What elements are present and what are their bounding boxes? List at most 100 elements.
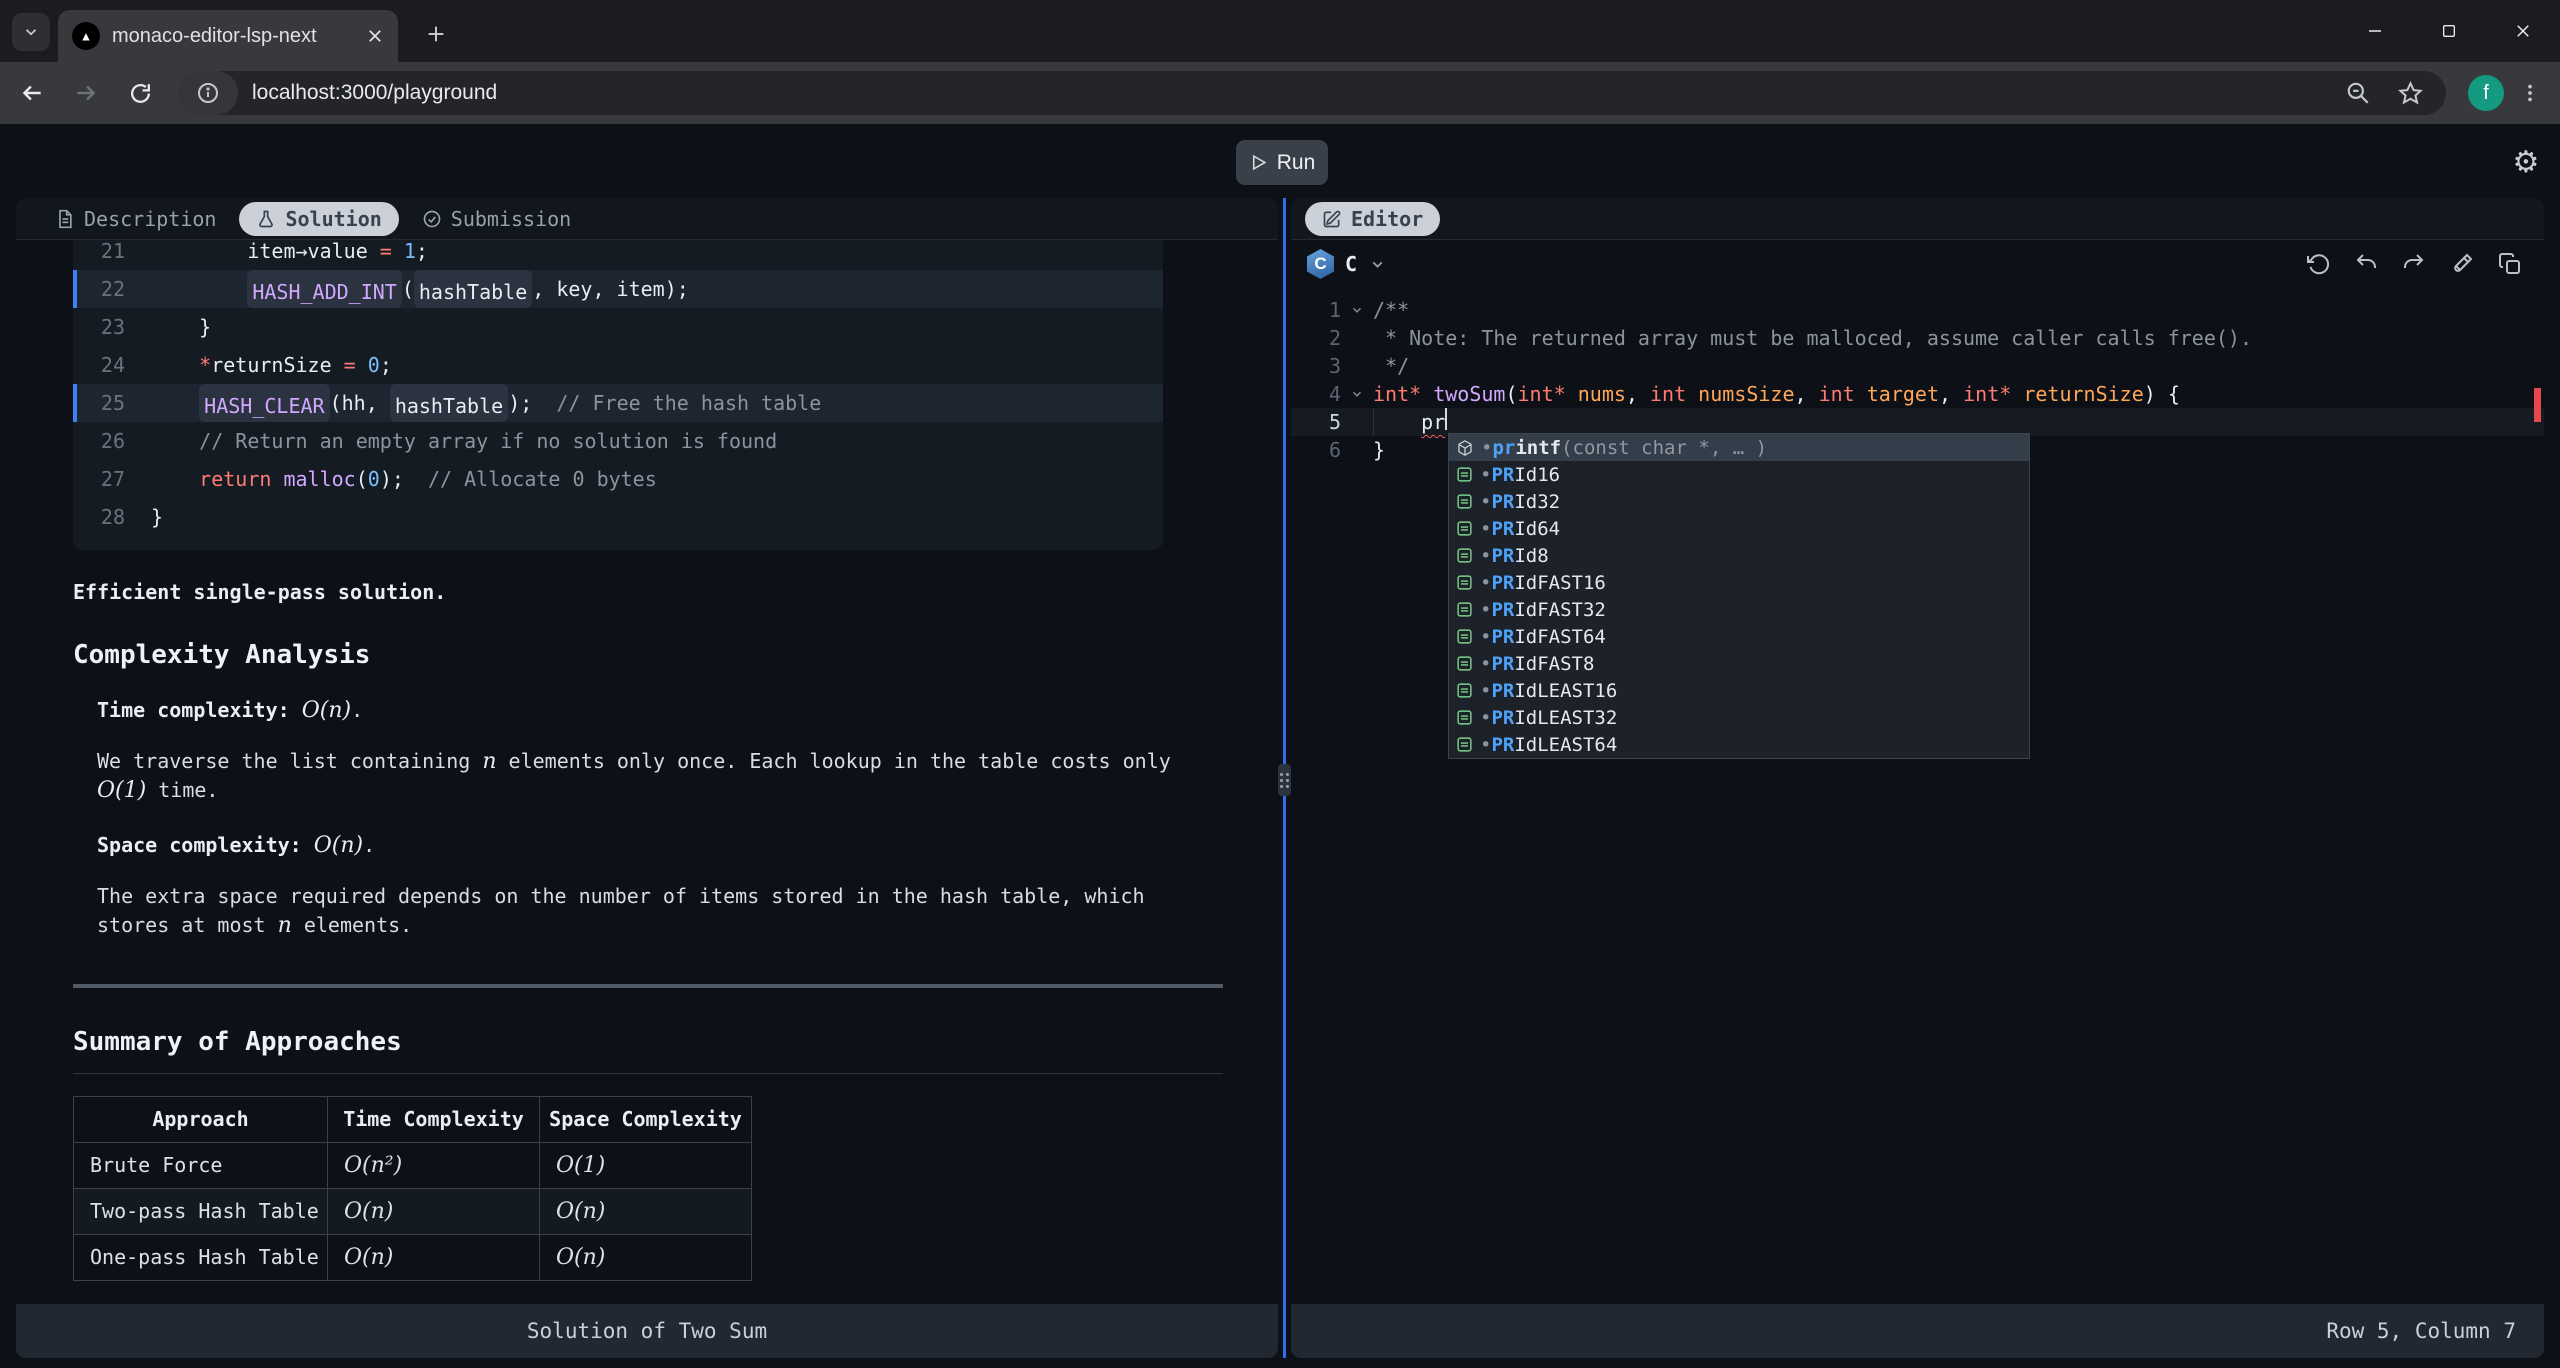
settings-button[interactable]: ⚙	[2504, 140, 2548, 184]
close-button[interactable]	[2486, 0, 2560, 62]
browser-menu-button[interactable]	[2512, 75, 2548, 111]
chevron-down-icon	[1369, 256, 1386, 273]
back-arrow-icon	[19, 80, 45, 106]
code-line-28: 28}	[73, 498, 1163, 536]
tab-editor[interactable]: Editor	[1305, 202, 1440, 236]
suggestion-pridleast64[interactable]: •PRIdLEAST64	[1449, 731, 2029, 758]
document-icon	[55, 209, 75, 229]
editor-tabbar: Editor	[1291, 198, 2544, 240]
fold-chevron-icon[interactable]	[1341, 380, 1373, 408]
code-line-27: 27 return malloc(0); // Allocate 0 bytes	[73, 460, 1163, 498]
editor-line-5-current[interactable]: 5 pr	[1291, 408, 2544, 436]
undo-icon	[2354, 252, 2378, 276]
minimize-icon	[2366, 22, 2384, 40]
fold-chevron-icon[interactable]	[1341, 296, 1373, 324]
redo-button[interactable]	[2398, 248, 2430, 280]
check-circle-icon	[422, 209, 442, 229]
suggestion-pridleast32[interactable]: •PRIdLEAST32	[1449, 704, 2029, 731]
paintbrush-icon	[2450, 252, 2474, 276]
rotate-ccw-icon	[2306, 252, 2330, 276]
problem-tabbar: Description Solution Submission	[16, 198, 1278, 240]
editor-line-4[interactable]: 4int* twoSum(int* nums, int numsSize, in…	[1291, 380, 2544, 408]
suggestion-pridfast16[interactable]: •PRIdFAST16	[1449, 569, 2029, 596]
code-line-26: 26 // Return an empty array if no soluti…	[73, 422, 1163, 460]
c-language-icon: C	[1307, 249, 1334, 279]
suggestion-pridfast8[interactable]: •PRIdFAST8	[1449, 650, 2029, 677]
redo-icon	[2402, 252, 2426, 276]
section-divider	[73, 984, 1223, 988]
space-complexity-para: The extra space required depends on the …	[73, 882, 1223, 940]
run-button[interactable]: Run	[1236, 140, 1328, 185]
language-label: C	[1345, 252, 1357, 276]
monaco-editor[interactable]: 1/** 2 * Note: The returned array must b…	[1291, 288, 2544, 1304]
bookmark-star-icon[interactable]	[2397, 80, 2424, 107]
editor-footer: Row 5, Column 7	[1291, 1304, 2544, 1358]
suggestion-prid64[interactable]: •PRId64	[1449, 515, 2029, 542]
editor-line-3[interactable]: 3 */	[1291, 352, 2544, 380]
zoom-out-icon[interactable]	[2345, 80, 2371, 106]
editor-line-2[interactable]: 2 * Note: The returned array must be mal…	[1291, 324, 2544, 352]
undo-button[interactable]	[2350, 248, 2382, 280]
copy-code-button[interactable]	[2494, 248, 2526, 280]
symbol-constant-icon	[1456, 493, 1473, 510]
suggestion-pridfast32[interactable]: •PRIdFAST32	[1449, 596, 2029, 623]
code-line-23: 23 }	[73, 308, 1163, 346]
symbol-constant-icon	[1456, 709, 1473, 726]
reset-code-button[interactable]	[2302, 248, 2334, 280]
splitter-grip-icon[interactable]	[1278, 764, 1291, 796]
minimize-button[interactable]	[2338, 0, 2412, 62]
time-complexity-line: Time complexity: O(n).	[73, 696, 1223, 725]
address-bar[interactable]: localhost:3000/playground	[178, 71, 2446, 115]
maximize-button[interactable]	[2412, 0, 2486, 62]
table-row: Two-pass Hash Table O(n) O(n)	[74, 1189, 752, 1235]
forward-button[interactable]	[64, 71, 108, 115]
suggestion-prid32[interactable]: •PRId32	[1449, 488, 2029, 515]
suggestion-prid8[interactable]: •PRId8	[1449, 542, 2029, 569]
url-text[interactable]: localhost:3000/playground	[252, 81, 2345, 105]
tab-solution[interactable]: Solution	[239, 202, 398, 236]
back-button[interactable]	[10, 71, 54, 115]
problem-title: Solution of Two Sum	[527, 1319, 767, 1343]
language-select[interactable]	[1361, 248, 1393, 280]
space-complexity-line: Space complexity: O(n).	[73, 831, 1223, 860]
symbol-constant-icon	[1456, 655, 1473, 672]
gear-icon: ⚙	[2513, 145, 2540, 180]
tab-submission[interactable]: Submission	[405, 202, 588, 236]
table-row: Brute Force O(n²) O(1)	[74, 1143, 752, 1189]
browser-tab[interactable]: ▲ monaco-editor-lsp-next	[58, 10, 398, 62]
text-cursor	[1445, 408, 1447, 430]
play-icon	[1249, 153, 1268, 172]
problem-panel: Description Solution Submission 21 item→…	[16, 198, 1278, 1358]
panel-splitter[interactable]	[1278, 198, 1291, 1358]
site-info-button[interactable]	[178, 71, 238, 115]
indent-guide	[1373, 408, 1374, 436]
tab-close-icon[interactable]	[366, 27, 384, 45]
solution-markdown: Efficient single-pass solution. Complexi…	[73, 578, 1223, 1281]
solution-content: 21 item→value = 1; 22 HASH_ADD_INT(hashT…	[16, 240, 1278, 1304]
profile-avatar[interactable]: f	[2468, 75, 2504, 111]
reload-button[interactable]	[118, 71, 162, 115]
info-icon	[196, 81, 220, 105]
table-row: One-pass Hash Table O(n) O(n)	[74, 1235, 752, 1281]
chevron-down-icon	[22, 23, 40, 41]
new-tab-button[interactable]	[418, 16, 454, 52]
tab-search-button[interactable]	[12, 13, 50, 51]
code-line-25: 25 HASH_CLEAR(hh, hashTable); // Free th…	[73, 384, 1163, 422]
suggestion-prid16[interactable]: •PRId16	[1449, 461, 2029, 488]
tab-description[interactable]: Description	[38, 202, 233, 236]
symbol-constant-icon	[1456, 574, 1473, 591]
suggestion-pridleast16[interactable]: •PRIdLEAST16	[1449, 677, 2029, 704]
suggestion-pridfast64[interactable]: •PRIdFAST64	[1449, 623, 2029, 650]
suggestion-printf[interactable]: •printf(const char *, … )	[1449, 434, 2029, 461]
symbol-constant-icon	[1456, 547, 1473, 564]
browser-tab-strip: ▲ monaco-editor-lsp-next	[0, 0, 2560, 62]
approaches-table: Approach Time Complexity Space Complexit…	[73, 1096, 752, 1281]
summary-sentence: Efficient single-pass solution.	[73, 578, 1223, 607]
code-line-22: 22 HASH_ADD_INT(hashTable, key, item);	[73, 270, 1163, 308]
flask-icon	[256, 209, 276, 229]
format-code-button[interactable]	[2446, 248, 2478, 280]
symbol-constant-icon	[1456, 628, 1473, 645]
editor-line-1[interactable]: 1/**	[1291, 296, 2544, 324]
plus-icon	[425, 23, 447, 45]
error-overview-marker	[2534, 388, 2541, 422]
